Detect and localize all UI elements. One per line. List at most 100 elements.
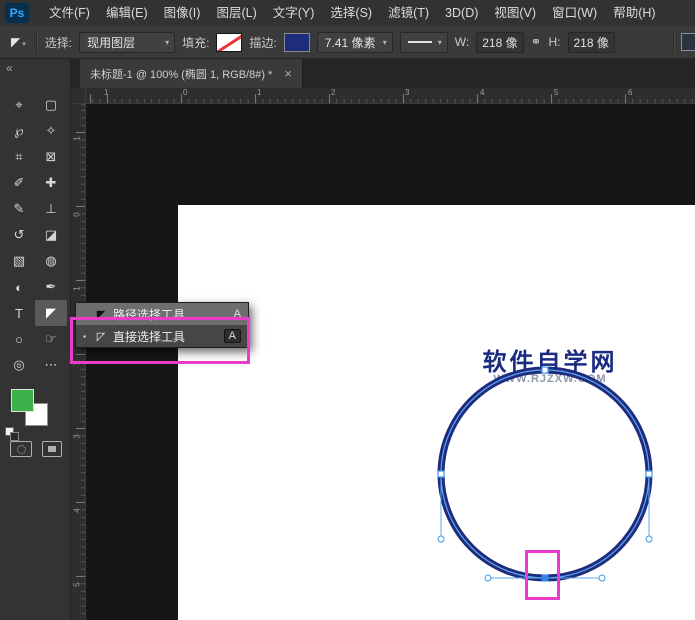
clipped-options-button[interactable]	[681, 33, 695, 51]
screen-mode-button[interactable]	[42, 441, 62, 457]
ruler-number: 2	[331, 88, 335, 97]
tool-options-bar: ◤ ▾ 选择: 现用图层 ▾ 填充: 描边: 7.41 像素 ▾ ▾ W: 21…	[0, 26, 695, 59]
solid-line-icon	[408, 41, 432, 43]
history-brush-tool[interactable]: ↺	[3, 222, 35, 248]
menu-image[interactable]: 图像(I)	[156, 0, 209, 26]
type-tool[interactable]: T	[3, 300, 35, 326]
menu-type[interactable]: 文字(Y)	[265, 0, 323, 26]
select-mode-label: 选择:	[45, 34, 72, 51]
fill-swatch[interactable]	[216, 33, 242, 52]
canvas[interactable]: 软件自学网 WWW.RJZXW.COM	[178, 205, 695, 620]
menu-view[interactable]: 视图(V)	[486, 0, 544, 26]
document-tab-bar: 未标题-1 @ 100% (椭圆 1, RGB/8#) * ×	[70, 59, 695, 89]
chevron-down-icon: ▾	[438, 38, 442, 47]
quick-selection-tool[interactable]: ✧	[35, 118, 67, 144]
select-mode-dropdown[interactable]: 现用图层 ▾	[79, 32, 175, 53]
height-field[interactable]: 218 像	[568, 32, 615, 53]
fill-label: 填充:	[182, 34, 209, 51]
ellipse-tool[interactable]: ○	[3, 326, 35, 352]
clone-stamp-tool[interactable]: ⊥	[35, 196, 67, 222]
menu-window[interactable]: 窗口(W)	[544, 0, 605, 26]
gradient-tool[interactable]: ▧	[3, 248, 35, 274]
menu-file[interactable]: 文件(F)	[41, 0, 98, 26]
pen-tool[interactable]: ✒	[35, 274, 67, 300]
width-field[interactable]: 218 像	[476, 32, 523, 53]
no-fill-indicator	[216, 33, 242, 52]
ruler-horizontal[interactable]: 10123456	[86, 88, 695, 104]
crop-tool[interactable]: ⌗	[3, 144, 35, 170]
healing-brush-tool[interactable]: ✚	[35, 170, 67, 196]
hand-tool[interactable]: ☞	[35, 326, 67, 352]
dodge-tool[interactable]: ◐	[3, 274, 35, 300]
stroke-width-value: 7.41 像素	[325, 34, 376, 51]
collapse-dock-button[interactable]: «	[6, 61, 12, 75]
quick-mask-mode-button[interactable]	[10, 441, 32, 457]
document-tab-title: 未标题-1 @ 100% (椭圆 1, RGB/8#) *	[90, 66, 272, 82]
ruler-number: 3	[405, 88, 409, 97]
path-selection-tool-icon: ◤	[11, 36, 20, 48]
edit-toolbar[interactable]: ⋯	[35, 352, 67, 378]
eyedropper-tool[interactable]: ✐	[3, 170, 35, 196]
ruler-number: 2	[73, 356, 82, 370]
default-background-square	[10, 432, 19, 441]
tool-preset-button[interactable]: ◤ ▾	[8, 34, 29, 50]
menu-layer[interactable]: 图层(L)	[208, 0, 264, 26]
flyout-direct-selection-icon: ◸	[94, 330, 108, 343]
menu-filter[interactable]: 滤镜(T)	[380, 0, 437, 26]
divider	[673, 31, 675, 53]
photoshop-logo-text: Ps	[10, 6, 25, 20]
stroke-width-dropdown[interactable]: 7.41 像素 ▾	[317, 32, 393, 53]
ruler-number: 0	[73, 208, 82, 222]
ruler-number: 3	[73, 430, 82, 444]
chevron-down-icon: ▾	[383, 38, 387, 47]
current-tool-dot: ▪	[80, 332, 89, 341]
stroke-swatch[interactable]	[284, 33, 310, 52]
ruler-number: 4	[480, 88, 484, 97]
ellipse-shape-selection-overlay[interactable]	[178, 205, 695, 620]
close-tab-icon[interactable]: ×	[284, 66, 292, 81]
flyout-direct-selection[interactable]: ▪ ◸ 直接选择工具 A	[76, 325, 248, 347]
photoshop-logo-icon: Ps	[5, 3, 29, 23]
flyout-item-shortcut: A	[224, 329, 241, 343]
rectangular-marquee-tool[interactable]: ▢	[35, 92, 67, 118]
select-mode-value: 现用图层	[87, 34, 135, 51]
ruler-number: 5	[554, 88, 558, 97]
brush-tool[interactable]: ✎	[3, 196, 35, 222]
stroke-type-dropdown[interactable]: ▾	[400, 32, 448, 53]
flyout-item-label: 路径选择工具	[113, 306, 229, 323]
move-tool[interactable]: ⌖	[3, 92, 35, 118]
options-right-group	[673, 31, 695, 53]
menu-edit[interactable]: 编辑(E)	[98, 0, 156, 26]
link-dimensions-icon[interactable]: ⚭	[531, 34, 542, 50]
ruler-number: 6	[628, 88, 632, 97]
flyout-item-label: 直接选择工具	[113, 328, 219, 345]
document-tab[interactable]: 未标题-1 @ 100% (椭圆 1, RGB/8#) * ×	[80, 59, 303, 88]
lasso-tool[interactable]: ℘	[3, 118, 35, 144]
blur-tool[interactable]: ◍	[35, 248, 67, 274]
flyout-path-selection[interactable]: ◤路径选择工具A	[76, 303, 248, 325]
foreground-color-swatch[interactable]	[11, 389, 34, 412]
ruler-number: 1	[73, 132, 82, 146]
photoshop-window: Ps 文件(F)编辑(E)图像(I)图层(L)文字(Y)选择(S)滤镜(T)3D…	[0, 0, 695, 620]
stroke-label: 描边:	[249, 34, 276, 51]
ruler-vertical[interactable]: 1012345	[70, 104, 86, 620]
ruler-number: 1	[257, 88, 261, 97]
default-colors-icon[interactable]	[5, 427, 19, 441]
ruler-corner	[70, 88, 86, 104]
flyout-path-selection-icon: ◤	[94, 308, 108, 321]
frame-tool[interactable]: ⊠	[35, 144, 67, 170]
height-label: H:	[549, 35, 561, 49]
tools-grid: ⌖▢℘✧⌗⊠✐✚✎⊥↺◪▧◍◐✒T◤○☞◎⋯	[3, 92, 67, 378]
ruler-number: 1	[73, 282, 82, 296]
ruler-number: 0	[183, 88, 187, 97]
ruler-major-ticks	[86, 94, 695, 103]
menu-select[interactable]: 选择(S)	[322, 0, 380, 26]
path-selection-tool[interactable]: ◤	[35, 300, 67, 326]
zoom-tool[interactable]: ◎	[3, 352, 35, 378]
chevron-down-icon: ▾	[22, 40, 26, 48]
menu-3d[interactable]: 3D(D)	[437, 0, 486, 26]
eraser-tool[interactable]: ◪	[35, 222, 67, 248]
menu-help[interactable]: 帮助(H)	[605, 0, 663, 26]
toolbox: « ⌖▢℘✧⌗⊠✐✚✎⊥↺◪▧◍◐✒T◤○☞◎⋯	[0, 59, 71, 620]
ruler-number: 4	[73, 504, 82, 518]
